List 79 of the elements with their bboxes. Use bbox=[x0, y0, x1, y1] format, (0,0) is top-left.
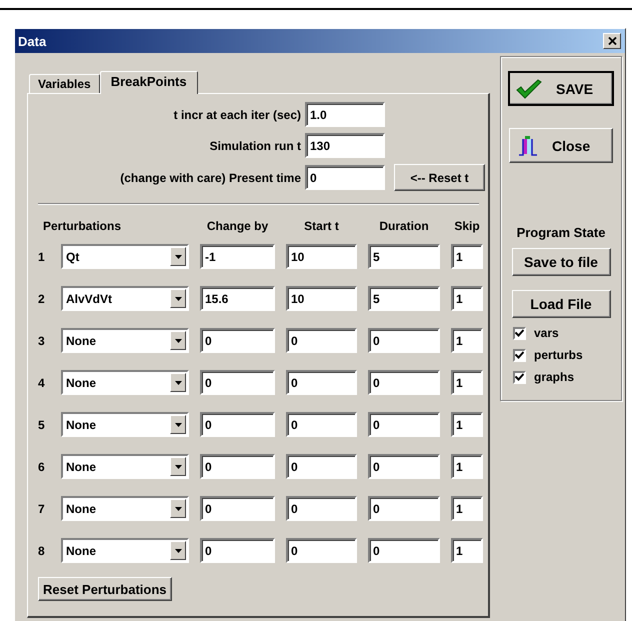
input-field[interactable]: 0 bbox=[305, 165, 385, 190]
input-field[interactable]: 0 bbox=[200, 412, 275, 437]
input-field[interactable]: 10 bbox=[286, 286, 357, 311]
row-number: 2 bbox=[38, 292, 46, 306]
window-title: Data bbox=[18, 34, 46, 48]
input-field[interactable]: 0 bbox=[200, 538, 275, 563]
input-field[interactable]: 0 bbox=[368, 328, 440, 353]
input-field[interactable]: 5 bbox=[368, 286, 440, 311]
load-file-button[interactable]: Load File bbox=[512, 290, 610, 318]
perturbation-dropdown[interactable]: None bbox=[61, 538, 189, 563]
field-label: Simulation run t bbox=[208, 138, 301, 152]
door-icon bbox=[518, 134, 538, 156]
row-number: 6 bbox=[38, 460, 46, 474]
perturbation-dropdown[interactable]: AlvVdVt bbox=[61, 286, 189, 311]
close-icon bbox=[608, 37, 616, 45]
row-number: 8 bbox=[38, 544, 46, 558]
perturbation-dropdown[interactable]: None bbox=[61, 454, 189, 479]
column-header: Perturbations bbox=[42, 219, 122, 233]
checkbox-label: graphs bbox=[534, 370, 574, 384]
row-number: 3 bbox=[38, 334, 46, 348]
row-number: 1 bbox=[38, 250, 46, 264]
tab[interactable]: Variables bbox=[29, 74, 100, 93]
perturbation-dropdown[interactable]: None bbox=[61, 496, 189, 521]
input-field[interactable]: 0 bbox=[286, 370, 357, 395]
input-field[interactable]: 130 bbox=[305, 133, 385, 158]
checkbox[interactable] bbox=[513, 370, 526, 384]
checkbox-label: vars bbox=[534, 326, 559, 340]
perturbation-dropdown[interactable]: None bbox=[61, 412, 189, 437]
section-label: Program State bbox=[516, 225, 606, 240]
perturbation-dropdown[interactable]: Qt bbox=[61, 244, 189, 269]
input-field[interactable]: 0 bbox=[286, 328, 357, 353]
input-field[interactable]: 1 bbox=[451, 538, 483, 563]
tab[interactable]: BreakPoints bbox=[100, 71, 198, 94]
close-button[interactable]: Close bbox=[509, 128, 613, 163]
input-field[interactable]: 10 bbox=[286, 244, 357, 269]
input-field[interactable]: 0 bbox=[368, 412, 440, 437]
input-field[interactable]: 0 bbox=[368, 538, 440, 563]
input-field[interactable]: 1 bbox=[451, 370, 483, 395]
input-field[interactable]: 0 bbox=[368, 370, 440, 395]
column-header: Duration bbox=[379, 219, 429, 233]
field-label: (change with care) Present time bbox=[119, 170, 301, 184]
checkbox[interactable] bbox=[513, 326, 526, 340]
save-to-file-button[interactable]: Save to file bbox=[512, 248, 610, 276]
input-field[interactable]: 1.0 bbox=[305, 102, 385, 127]
input-field[interactable]: 0 bbox=[200, 496, 275, 521]
row-number: 4 bbox=[38, 376, 46, 390]
input-field[interactable]: 0 bbox=[286, 454, 357, 479]
perturbation-dropdown[interactable]: None bbox=[61, 328, 189, 353]
input-field[interactable]: 0 bbox=[286, 538, 357, 563]
check-icon bbox=[516, 78, 542, 98]
input-field[interactable]: 0 bbox=[368, 454, 440, 479]
window-close-button[interactable] bbox=[603, 33, 621, 49]
row-number: 5 bbox=[38, 418, 46, 432]
checkbox-label: perturbs bbox=[534, 348, 583, 362]
input-field[interactable]: 5 bbox=[368, 244, 440, 269]
input-field[interactable]: 1 bbox=[451, 244, 483, 269]
input-field[interactable]: 0 bbox=[286, 496, 357, 521]
input-field[interactable]: 1 bbox=[451, 286, 483, 311]
input-field[interactable]: 0 bbox=[200, 370, 275, 395]
input-field[interactable]: 1 bbox=[451, 328, 483, 353]
column-header: Change by bbox=[206, 219, 268, 233]
input-field[interactable]: -1 bbox=[200, 244, 275, 269]
input-field[interactable]: 0 bbox=[286, 412, 357, 437]
input-field[interactable]: 1 bbox=[451, 496, 483, 521]
reset-perturbations-button[interactable]: Reset Perturbations bbox=[38, 577, 172, 601]
save-button[interactable]: SAVE bbox=[508, 71, 614, 106]
input-field[interactable]: 1 bbox=[451, 412, 483, 437]
input-field[interactable]: 1 bbox=[451, 454, 483, 479]
perturbation-dropdown[interactable]: None bbox=[61, 370, 189, 395]
input-field[interactable]: 15.6 bbox=[200, 286, 275, 311]
input-field[interactable]: 0 bbox=[368, 496, 440, 521]
column-header: Start t bbox=[304, 219, 339, 233]
column-header: Skip bbox=[454, 219, 480, 233]
input-field[interactable]: 0 bbox=[200, 454, 275, 479]
field-label: t incr at each iter (sec) bbox=[172, 108, 301, 122]
input-field[interactable]: 0 bbox=[200, 328, 275, 353]
row-number: 7 bbox=[38, 502, 46, 516]
checkbox[interactable] bbox=[513, 348, 526, 362]
reset-button[interactable]: <-- Reset t bbox=[394, 164, 485, 191]
